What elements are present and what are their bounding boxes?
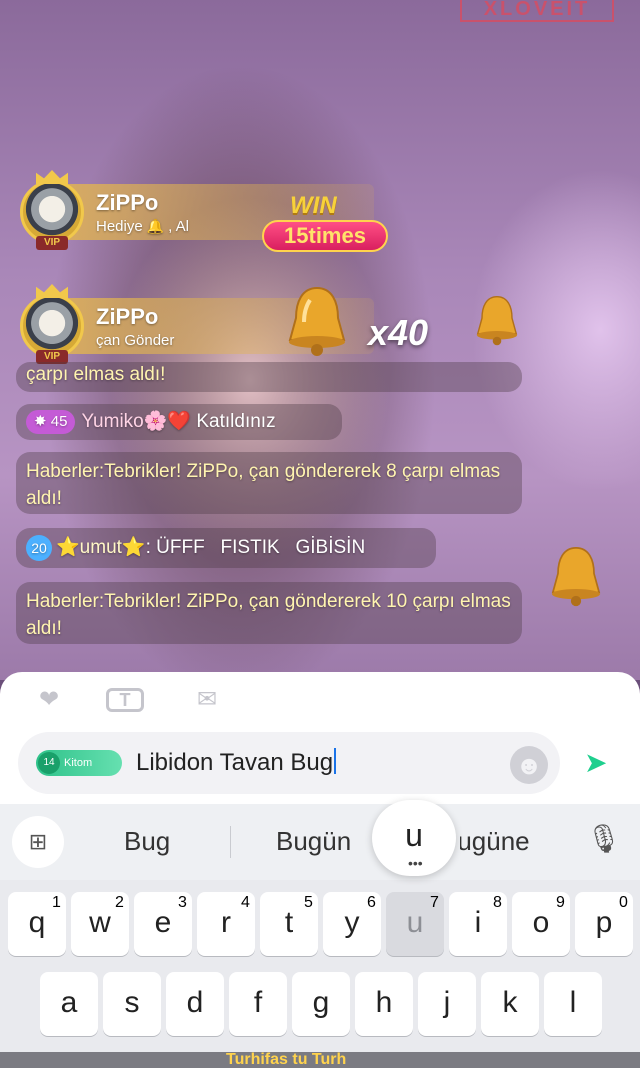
chat-text: Katıldınız [196,411,276,433]
message-input[interactable]: 14 Kitom Libidon Tavan Bug ☻ [18,732,560,794]
key-hint: 7 [430,894,439,911]
key-hint: 8 [493,894,502,911]
key-a[interactable]: a [40,972,98,1036]
vip-avatar[interactable]: VIP [14,284,90,366]
gift-description: Hediye 🔔, Al [96,218,189,235]
message-input-text[interactable]: Libidon Tavan Bug [136,748,337,777]
bell-gift-icon [288,286,346,356]
send-icon[interactable]: ➤ [584,746,620,782]
footer-ticker: Turhifas tu Turh [0,1052,640,1068]
app-grid-icon[interactable]: ⊞ [12,816,64,868]
gift-sender-name: ZiPPo [96,190,159,215]
suggestion-bar: ⊞ Bug Bugün Bugüne 🎙 [0,804,640,880]
suggestion-item[interactable]: Bugün [276,826,351,857]
heart-icon[interactable]: ❤ [28,686,70,714]
vip-badge: VIP [36,236,68,250]
chat-message: Haberler:Tebrikler! ZiPPo, çan gönderere… [16,582,522,644]
crown-icon [36,170,68,184]
key-hint: 4 [241,894,250,911]
star-icon: ⭐ [56,537,80,558]
key-hint: 1 [52,894,61,911]
key-s[interactable]: s [103,972,161,1036]
vip-avatar[interactable]: VIP [14,170,90,252]
chat-message: Haberler:Tebrikler! ZiPPo, çan gönderere… [16,452,522,514]
key-hint: 9 [556,894,565,911]
key-d[interactable]: d [166,972,224,1036]
emoji-icon[interactable]: ☻ [510,746,548,784]
key-h[interactable]: h [355,972,413,1036]
chat-username[interactable]: Yumiko [81,411,143,432]
user-level-badge: ✸ 45 [26,410,76,434]
gift-description: çan Gönder [96,332,175,349]
flower-icon: 🌸❤️ [143,411,192,433]
chat-message: 20 ⭐umut⭐: ÜFFF FISTIK GİBİSİN [16,528,436,568]
key-j[interactable]: j [418,972,476,1036]
key-hint: 3 [178,894,187,911]
chat-username[interactable]: umut [80,537,122,558]
bell-gift-icon [476,295,518,346]
key-hint: 6 [367,894,376,911]
win-times: 15times [262,220,388,252]
win-label: WIN [290,192,337,219]
kitom-tag[interactable]: 14 Kitom [36,750,122,776]
gift-multiplier: x40 [368,312,429,353]
key-hint: 5 [304,894,313,911]
microphone-icon[interactable]: 🎙 [586,822,622,855]
suggestion-item[interactable]: Bug [124,826,170,857]
watermark-logo: XLOVEIT [460,0,614,22]
text-caret [334,748,337,774]
bell-icon: 🔔 [146,218,165,234]
chat-message: çarpı elmas aldı! [16,362,522,392]
envelope-icon[interactable]: ✉ [186,686,228,714]
on-screen-keyboard: ⊞ Bug Bugün Bugüne 🎙 q1w2e3r4t5y6u7i8o9p… [0,804,640,1068]
bell-gift-icon [551,546,601,607]
chat-message: ✸ 45 Yumiko🌸❤️ Katıldınız [16,404,342,440]
gift-sender-name: ZiPPo [96,304,159,329]
key-hint: 2 [115,894,124,911]
key-k[interactable]: k [481,972,539,1036]
win-badge: WIN 15times [262,192,390,256]
key-preview-popup: u ••• [372,800,456,876]
key-f[interactable]: f [229,972,287,1036]
user-level-badge: 20 [26,534,52,561]
crown-icon [36,284,68,298]
chat-text: : ÜFFF FISTIK GİBİSİN [145,537,366,558]
text-style-icon[interactable]: T [106,688,144,712]
key-g[interactable]: g [292,972,350,1036]
key-hint: 0 [619,894,628,911]
star-icon: ⭐ [121,537,146,558]
key-l[interactable]: l [544,972,602,1036]
